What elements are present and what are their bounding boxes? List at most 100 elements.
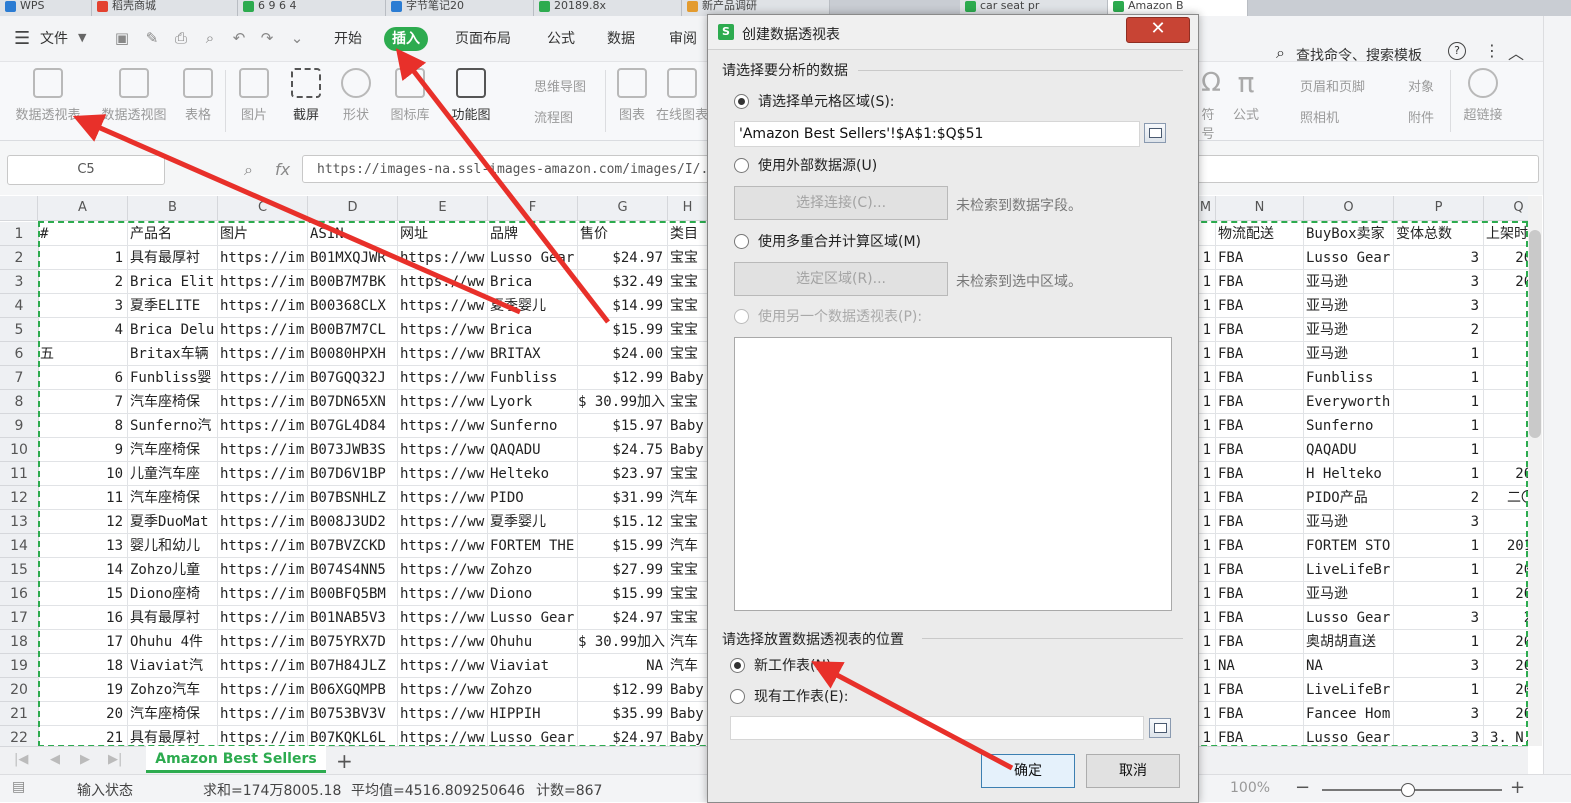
cell[interactable]: 汽车 — [668, 654, 708, 678]
menu-page-layout[interactable]: 页面布局 — [447, 27, 519, 51]
cell[interactable]: 汽车座椅保 — [128, 438, 218, 462]
cell[interactable]: $12.99 — [578, 366, 668, 390]
cell[interactable]: FBA — [1216, 414, 1304, 438]
first-sheet-icon[interactable]: |◀ — [14, 752, 28, 767]
cell[interactable]: 1 — [1196, 294, 1216, 318]
cell[interactable]: Viaviat汽 — [128, 654, 218, 678]
cell[interactable]: https://ww — [398, 678, 488, 702]
cell[interactable]: https://ww — [398, 582, 488, 606]
flowchart-button[interactable]: 流程图 — [534, 107, 573, 126]
cell[interactable]: FBA — [1216, 270, 1304, 294]
cell[interactable]: 3 — [1394, 606, 1484, 630]
cell[interactable]: 类目 — [668, 222, 708, 246]
cell[interactable]: 汽车 — [668, 630, 708, 654]
cell[interactable]: 宝宝 — [668, 294, 708, 318]
cell[interactable]: Zohzo — [488, 558, 578, 582]
cell[interactable]: 9 — [38, 438, 128, 462]
select-area-button[interactable]: 选定区域(R)... — [734, 262, 948, 296]
cell[interactable]: $35.99 — [578, 702, 668, 726]
cell[interactable]: 1 — [1394, 630, 1484, 654]
cell[interactable]: 20164 — [1484, 534, 1528, 558]
cell[interactable]: https://im — [218, 294, 308, 318]
cell[interactable]: Baby — [668, 438, 708, 462]
window-tab[interactable]: 稻壳商城 — [92, 0, 238, 16]
cell[interactable]: Lusso Gear — [488, 726, 578, 746]
cell[interactable]: 儿童汽车座 — [128, 462, 218, 486]
cell[interactable]: 1 — [1196, 270, 1216, 294]
ok-button[interactable]: 确定 — [981, 754, 1075, 788]
menu-data[interactable]: 数据 — [599, 27, 643, 51]
row-header[interactable]: 19 — [0, 654, 38, 678]
cell[interactable]: 11 — [38, 486, 128, 510]
cell[interactable]: Baby — [668, 702, 708, 726]
cell[interactable]: 2 — [1484, 366, 1528, 390]
undo-icon[interactable]: ↶ — [230, 29, 248, 47]
cell[interactable]: 3 — [38, 294, 128, 318]
pivot-chart-button[interactable]: 数据透视图 — [94, 68, 174, 123]
cell[interactable]: H Helteko — [1304, 462, 1394, 486]
cell[interactable]: Funbliss — [1304, 366, 1394, 390]
cell[interactable]: 7 — [38, 390, 128, 414]
cell[interactable]: FBA — [1216, 294, 1304, 318]
column-header[interactable]: D — [308, 196, 398, 220]
cell[interactable]: 3 — [1394, 702, 1484, 726]
cell[interactable]: 1 — [1196, 606, 1216, 630]
save-icon[interactable]: ▣ — [113, 29, 131, 47]
cell[interactable]: FBA — [1216, 606, 1304, 630]
cell[interactable]: 1 — [1196, 630, 1216, 654]
cell[interactable]: 售价 — [578, 222, 668, 246]
column-header[interactable]: A — [38, 196, 128, 220]
cell[interactable]: 夏季DuoMat — [128, 510, 218, 534]
cell[interactable]: 1 — [1394, 534, 1484, 558]
cell[interactable]: $24.97 — [578, 246, 668, 270]
cell[interactable]: 宝宝 — [668, 558, 708, 582]
format-painter-icon[interactable]: ✎ — [143, 29, 161, 47]
cell[interactable]: 13 — [38, 534, 128, 558]
row-header[interactable]: 11 — [0, 462, 38, 486]
add-sheet-button[interactable]: + — [336, 749, 353, 773]
window-tab[interactable]: WPS — [0, 0, 92, 16]
cell[interactable]: B074S4NN5 — [308, 558, 398, 582]
cell[interactable]: FBA — [1216, 510, 1304, 534]
column-header[interactable]: F — [488, 196, 578, 220]
cell[interactable]: Everyworth — [1304, 390, 1394, 414]
cell[interactable]: $24.00 — [578, 342, 668, 366]
cell[interactable] — [1484, 342, 1528, 366]
screenshot-button[interactable]: 截屏 — [284, 68, 328, 123]
cell[interactable]: Zohzo — [488, 678, 578, 702]
cell[interactable]: https://ww — [398, 486, 488, 510]
cell[interactable]: LiveLifeBr — [1304, 558, 1394, 582]
cell[interactable]: 1 — [1196, 318, 1216, 342]
cell[interactable]: https://ww — [398, 534, 488, 558]
cell[interactable]: https://im — [218, 630, 308, 654]
row-header[interactable]: 1 — [0, 222, 38, 246]
table-button[interactable]: 表格 — [178, 68, 218, 123]
cell[interactable]: Lusso Gear — [488, 246, 578, 270]
cell[interactable]: $12.99 — [578, 678, 668, 702]
cell[interactable]: 宝宝 — [668, 246, 708, 270]
cell[interactable]: 10 — [38, 462, 128, 486]
cell[interactable]: FBA — [1216, 366, 1304, 390]
cell[interactable]: 1 — [1196, 534, 1216, 558]
cell[interactable]: 亚马逊 — [1304, 582, 1394, 606]
cell[interactable]: 宝宝 — [668, 462, 708, 486]
row-header[interactable]: 18 — [0, 630, 38, 654]
cell[interactable]: NA — [578, 654, 668, 678]
cell[interactable]: 4 — [38, 318, 128, 342]
dialog-title-bar[interactable]: S 创建数据透视表 ✕ — [708, 15, 1198, 50]
cell[interactable]: https://im — [218, 486, 308, 510]
cell[interactable]: 具有最厚衬 — [128, 606, 218, 630]
cell[interactable]: 五 — [38, 342, 128, 366]
column-header[interactable]: B — [128, 196, 218, 220]
row-header[interactable]: 20 — [0, 678, 38, 702]
cell[interactable]: 具有最厚衬 — [128, 726, 218, 746]
last-sheet-icon[interactable]: ▶| — [108, 752, 122, 767]
cell[interactable]: $24.97 — [578, 606, 668, 630]
chart-button[interactable]: 图表 — [612, 68, 652, 123]
cell[interactable]: 1 — [1394, 342, 1484, 366]
cell[interactable]: 1 — [38, 246, 128, 270]
row-header[interactable]: 16 — [0, 582, 38, 606]
range-picker-button[interactable] — [1144, 123, 1166, 143]
online-chart-button[interactable]: 在线图表 — [654, 68, 710, 123]
cell[interactable]: Lyork — [488, 390, 578, 414]
